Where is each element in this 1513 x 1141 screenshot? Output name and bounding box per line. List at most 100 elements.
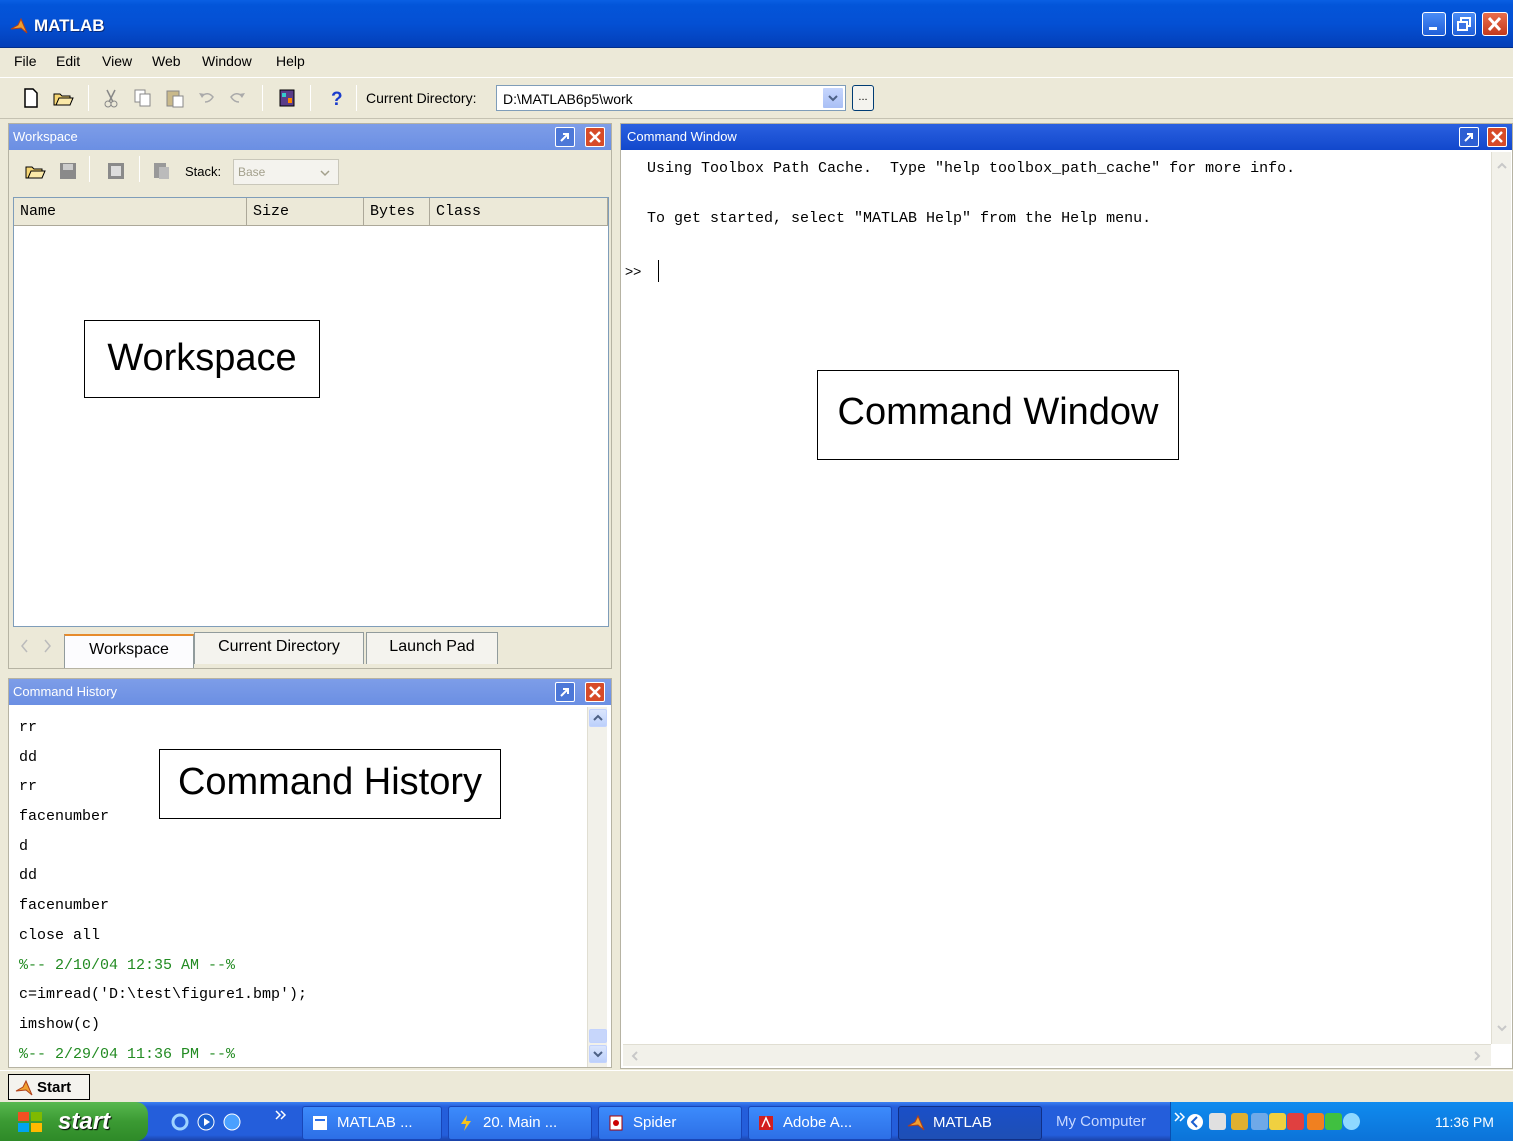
new-file-icon[interactable] [20, 87, 42, 109]
history-entry[interactable]: close all [19, 921, 579, 951]
command-output-line: Using Toolbox Path Cache. Type "help too… [647, 160, 1296, 177]
scroll-down-button[interactable] [589, 1045, 607, 1063]
menu-edit[interactable]: Edit [56, 53, 80, 69]
toolbar-separator [262, 85, 263, 111]
cards-icon [609, 1115, 623, 1131]
antivirus-icon[interactable] [1287, 1113, 1304, 1130]
history-entry[interactable]: rr [19, 713, 579, 743]
history-entry[interactable]: facenumber [19, 891, 579, 921]
workspace-header: Workspace [9, 124, 611, 150]
chevron-left-icon [631, 1051, 638, 1061]
network-icon[interactable] [1209, 1113, 1226, 1130]
utility-icon[interactable] [1269, 1113, 1286, 1130]
volume-icon[interactable] [1325, 1113, 1342, 1130]
stack-select[interactable]: Base [233, 159, 339, 185]
scroll-up-button[interactable] [589, 709, 607, 727]
security-icon[interactable] [1231, 1113, 1248, 1130]
command-history-callout: Command History [159, 749, 501, 819]
menu-help[interactable]: Help [276, 53, 305, 69]
matlab-logo-icon [10, 17, 28, 34]
tray-collapse-icon[interactable] [1185, 1112, 1205, 1132]
workspace-close-button[interactable] [585, 127, 605, 147]
outlook-express-icon[interactable] [222, 1112, 242, 1132]
undock-arrow-icon [560, 688, 569, 697]
text-cursor [658, 260, 659, 282]
chevron-down-icon [593, 1051, 603, 1058]
current-directory-input[interactable]: D:\MATLAB6p5\work [496, 85, 846, 111]
command-window-scrollbar[interactable] [1491, 152, 1511, 1044]
command-history-undock-button[interactable] [555, 682, 575, 702]
help-icon[interactable]: ? [326, 87, 348, 109]
close-icon [589, 131, 601, 143]
command-window-panel: Command Window Using Toolbox Path Cache.… [620, 123, 1513, 1069]
command-history-scrollbar[interactable] [587, 707, 607, 1067]
workspace-tabs: Workspace Current Directory Launch Pad [9, 630, 611, 668]
clock[interactable]: 11:36 PM [1435, 1114, 1494, 1130]
save-icon[interactable] [57, 160, 79, 182]
column-header-name[interactable]: Name [14, 198, 247, 226]
command-prompt[interactable]: >> [625, 263, 641, 279]
command-history-header: Command History [9, 679, 611, 705]
delete-variable-icon[interactable] [151, 160, 173, 182]
taskbar-button-label: MATLAB [933, 1114, 992, 1131]
tab-scroll-arrows-icon[interactable] [15, 636, 59, 656]
taskbar-button-matlab[interactable]: MATLAB [898, 1106, 1042, 1140]
close-button[interactable] [1482, 12, 1508, 36]
windows-start-button[interactable]: start [0, 1102, 148, 1141]
taskbar-button-adobe[interactable]: Adobe A... [748, 1106, 892, 1140]
command-output-line: To get started, select "MATLAB Help" fro… [647, 210, 1152, 227]
my-computer-toolbar-label[interactable]: My Computer [1056, 1113, 1146, 1130]
taskbar-button-main[interactable]: 20. Main ... [448, 1106, 592, 1140]
redo-icon[interactable] [226, 87, 248, 109]
history-entry[interactable]: d [19, 832, 579, 862]
open-folder-icon[interactable] [23, 160, 47, 182]
command-window-undock-button[interactable] [1459, 127, 1479, 147]
simulink-icon[interactable] [276, 87, 298, 109]
taskbar-button-spider[interactable]: Spider [598, 1106, 742, 1140]
update-icon[interactable] [1343, 1113, 1360, 1130]
open-folder-icon[interactable] [52, 87, 74, 109]
tab-workspace[interactable]: Workspace [64, 634, 194, 668]
paste-icon[interactable] [164, 87, 186, 109]
menu-window[interactable]: Window [202, 53, 252, 69]
history-entry[interactable]: dd [19, 861, 579, 891]
restore-button[interactable] [1452, 12, 1476, 36]
copy-icon[interactable] [132, 87, 154, 109]
column-header-bytes[interactable]: Bytes [364, 198, 430, 226]
media-player-icon[interactable] [196, 1112, 216, 1132]
history-entry[interactable]: c=imread('D:\test\figure1.bmp'); [19, 980, 579, 1010]
menu-web[interactable]: Web [152, 53, 181, 69]
column-header-class[interactable]: Class [430, 198, 608, 226]
display-icon[interactable] [1251, 1113, 1268, 1130]
history-entry[interactable]: imshow(c) [19, 1010, 579, 1040]
taskbar-button-matlab-doc[interactable]: MATLAB ... [302, 1106, 442, 1140]
tab-launch-pad[interactable]: Launch Pad [366, 632, 498, 664]
current-directory-dropdown-button[interactable] [822, 87, 844, 109]
undo-icon[interactable] [196, 87, 218, 109]
chevron-double-right-icon[interactable] [274, 1108, 288, 1122]
matlab-start-button[interactable]: Start [8, 1074, 90, 1100]
column-header-size[interactable]: Size [247, 198, 364, 226]
cut-icon[interactable] [100, 87, 122, 109]
tab-current-directory[interactable]: Current Directory [194, 632, 364, 664]
command-window-title: Command Window [627, 129, 737, 144]
windows-start-label: start [58, 1108, 111, 1135]
browse-directory-button[interactable]: ... [852, 85, 874, 111]
import-data-icon[interactable] [105, 160, 127, 182]
command-history-close-button[interactable] [585, 682, 605, 702]
taskbar-button-label: 20. Main ... [483, 1114, 558, 1131]
adobe-acrobat-icon [759, 1116, 773, 1130]
matlab-logo-icon [907, 1114, 925, 1131]
toolbar-separator [89, 156, 90, 182]
command-window-close-button[interactable] [1487, 127, 1507, 147]
command-window-horizontal-scrollbar[interactable] [623, 1044, 1491, 1066]
toolbar-separator [88, 85, 89, 111]
internet-explorer-icon[interactable] [170, 1112, 190, 1132]
workspace-variable-table: Name Size Bytes Class Workspace [13, 197, 609, 627]
menu-file[interactable]: File [14, 53, 37, 69]
messenger-icon[interactable] [1307, 1113, 1324, 1130]
menu-view[interactable]: View [102, 53, 132, 69]
workspace-undock-button[interactable] [555, 127, 575, 147]
minimize-button[interactable] [1422, 12, 1446, 36]
scroll-thumb[interactable] [589, 1029, 607, 1043]
